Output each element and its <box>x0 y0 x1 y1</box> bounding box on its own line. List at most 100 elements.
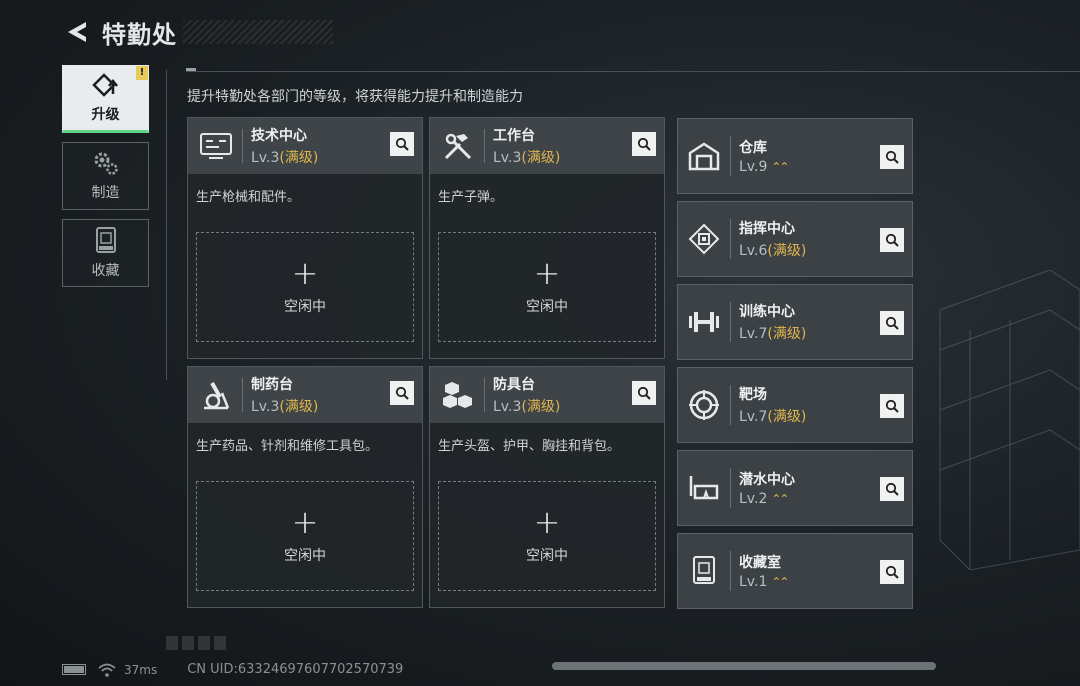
side-nav: ! 升级 制造 收藏 <box>62 65 149 296</box>
search-icon <box>885 399 899 413</box>
battery-icon <box>62 664 86 675</box>
nav-label: 制造 <box>91 185 120 201</box>
facility-name: 训练中心 <box>739 304 795 320</box>
slot-status: 空闲中 <box>526 548 568 564</box>
nav-item-craft[interactable]: 制造 <box>62 142 149 210</box>
target-icon <box>682 383 726 427</box>
production-slot[interactable]: + 空闲中 <box>438 481 656 591</box>
page-title: 特勤处 <box>102 20 177 49</box>
facility-name: 防具台 <box>493 377 535 393</box>
warehouse-icon <box>682 134 726 178</box>
facility-name: 靶场 <box>739 387 767 403</box>
max-level-tag: (满级) <box>279 150 319 166</box>
add-icon: + <box>533 254 561 292</box>
facility-name: 制药台 <box>251 377 293 393</box>
facility-shooting-range[interactable]: 靶场 Lv.7(满级) <box>677 367 913 443</box>
facility-name: 工作台 <box>493 128 535 144</box>
collection-icon <box>95 227 116 253</box>
inspect-button[interactable] <box>880 145 904 169</box>
back-arrow-icon <box>68 22 86 42</box>
facility-level: Lv.9 ⌃⌃ <box>739 159 789 175</box>
card-workbench: 工作台 Lv.3(满级) 生产子弹。 + 空闲中 <box>429 117 665 359</box>
wifi-icon <box>98 663 116 677</box>
page-description: 提升特勤处各部门的等级，将获得能力提升和制造能力 <box>187 89 523 105</box>
facility-collection-room[interactable]: 收藏室 Lv.1 ⌃⌃ <box>677 533 913 609</box>
add-icon: + <box>291 254 319 292</box>
facility-name: 仓库 <box>739 140 767 156</box>
upgrade-available-icon: ⌃⌃ <box>771 160 789 174</box>
dumbbell-icon <box>682 300 726 344</box>
upgrade-available-icon: ⌃⌃ <box>771 492 789 506</box>
inspect-button[interactable] <box>880 477 904 501</box>
search-icon <box>885 565 899 579</box>
hammer-wrench-icon <box>436 124 480 168</box>
facility-name: 潜水中心 <box>739 472 795 488</box>
inspect-button[interactable] <box>880 228 904 252</box>
max-level-tag: (满级) <box>767 243 807 259</box>
slot-status: 空闲中 <box>526 299 568 315</box>
production-slot[interactable]: + 空闲中 <box>196 232 414 342</box>
slot-status: 空闲中 <box>284 548 326 564</box>
top-bar: 特勤处 <box>62 14 333 50</box>
facility-level: Lv.7(满级) <box>739 409 807 425</box>
inspect-button[interactable] <box>632 132 656 156</box>
search-icon <box>885 482 899 496</box>
slot-status: 空闲中 <box>284 299 326 315</box>
facility-level: Lv.6(满级) <box>739 243 807 259</box>
chip-icon <box>682 217 726 261</box>
max-level-tag: (满级) <box>279 399 319 415</box>
diving-mask-icon <box>682 466 726 510</box>
production-slot[interactable]: + 空闲中 <box>196 481 414 591</box>
add-icon: + <box>291 503 319 541</box>
card-header: 工作台 Lv.3(满级) <box>430 118 664 174</box>
inspect-button[interactable] <box>390 381 414 405</box>
inspect-button[interactable] <box>880 394 904 418</box>
facility-name: 指挥中心 <box>739 221 795 237</box>
facility-level: Lv.1 ⌃⌃ <box>739 574 789 590</box>
facility-level: Lv.3(满级) <box>493 150 561 166</box>
bottom-decoration <box>166 636 226 650</box>
facility-description: 生产药品、针剂和维修工具包。 <box>196 439 379 454</box>
divider-mark <box>186 68 196 71</box>
facility-command-center[interactable]: 指挥中心 Lv.6(满级) <box>677 201 913 277</box>
facility-level: Lv.3(满级) <box>251 399 319 415</box>
inspect-button[interactable] <box>880 311 904 335</box>
inspect-button[interactable] <box>390 132 414 156</box>
boxes-icon <box>436 373 480 417</box>
max-level-tag: (满级) <box>521 399 561 415</box>
card-header: 制药台 Lv.3(满级) <box>188 367 422 423</box>
computer-icon <box>194 124 238 168</box>
home-indicator-bar[interactable] <box>552 662 936 670</box>
ping-value: 37ms <box>124 662 158 677</box>
search-icon <box>637 137 651 151</box>
max-level-tag: (满级) <box>521 150 561 166</box>
nav-divider <box>166 70 167 380</box>
search-icon <box>885 233 899 247</box>
facility-level: Lv.3(满级) <box>251 150 319 166</box>
search-icon <box>885 150 899 164</box>
inspect-button[interactable] <box>880 560 904 584</box>
header-divider <box>186 71 1080 72</box>
facility-description: 生产头盔、护甲、胸挂和背包。 <box>438 439 621 454</box>
facility-level: Lv.2 ⌃⌃ <box>739 491 789 507</box>
upgrade-available-icon: ⌃⌃ <box>771 575 789 589</box>
production-slot[interactable]: + 空闲中 <box>438 232 656 342</box>
nav-item-upgrade[interactable]: ! 升级 <box>62 65 149 133</box>
search-icon <box>885 316 899 330</box>
search-icon <box>637 386 651 400</box>
card-pharmacy: 制药台 Lv.3(满级) 生产药品、针剂和维修工具包。 + 空闲中 <box>187 366 423 608</box>
add-icon: + <box>533 503 561 541</box>
card-armor-bench: 防具台 Lv.3(满级) 生产头盔、护甲、胸挂和背包。 + 空闲中 <box>429 366 665 608</box>
facility-name: 收藏室 <box>739 555 781 571</box>
card-header: 防具台 Lv.3(满级) <box>430 367 664 423</box>
facility-warehouse[interactable]: 仓库 Lv.9 ⌃⌃ <box>677 118 913 194</box>
facility-diving-center[interactable]: 潜水中心 Lv.2 ⌃⌃ <box>677 450 913 526</box>
facility-name: 技术中心 <box>251 128 307 144</box>
max-level-tag: (满级) <box>767 326 807 342</box>
nav-item-collection[interactable]: 收藏 <box>62 219 149 287</box>
inspect-button[interactable] <box>632 381 656 405</box>
facility-training-center[interactable]: 训练中心 Lv.7(满级) <box>677 284 913 360</box>
back-button[interactable] <box>62 17 92 47</box>
alert-badge: ! <box>136 66 148 80</box>
facility-level: Lv.7(满级) <box>739 326 807 342</box>
